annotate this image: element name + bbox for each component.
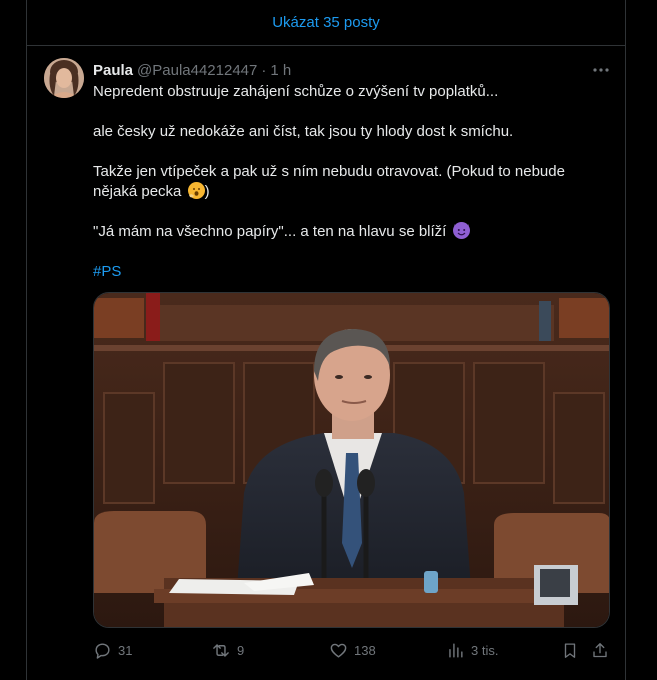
tweet-paragraph-5: #PS <box>93 262 613 282</box>
tweet-paragraph-3: Takže jen vtípeček a pak už s ním nebudu… <box>93 162 613 202</box>
tweet-paragraph-3-tail: ) <box>204 183 210 200</box>
parliament-speaker-photo <box>94 293 609 627</box>
views-count: 3 tis. <box>471 642 499 658</box>
reply-count: 31 <box>118 642 133 658</box>
views-button[interactable]: 3 tis. <box>446 641 561 660</box>
tweet-paragraph-2: ale česky už nedokáže ani číst, tak jsou… <box>93 123 514 140</box>
tweet-paragraph-4-text: "Já mám na všechno papíry"... a ten na h… <box>93 223 447 240</box>
reply-icon <box>95 642 110 659</box>
show-more-posts-button[interactable]: Ukázat 35 posty <box>27 0 625 46</box>
tweet-text: Nepredent obstruuje zahájení schůze o zv… <box>93 82 613 302</box>
show-more-label: Ukázat 35 posty <box>272 14 380 31</box>
smiling-devil-emoji-icon <box>452 222 470 239</box>
tweet-paragraph-4: "Já mám na všechno papíry"... a ten na h… <box>93 222 613 242</box>
tweet-paragraph-3-text: Takže jen vtípeček a pak už s ním nebudu… <box>93 163 565 200</box>
more-options-button[interactable] <box>589 58 613 82</box>
tweet-media-image[interactable] <box>93 292 610 628</box>
bookmark-icon <box>564 642 576 658</box>
like-button[interactable]: 138 <box>329 641 446 660</box>
repost-count: 9 <box>237 642 245 658</box>
tweet-header: Paula @Paula44212447 · 1 h <box>93 60 613 80</box>
author-name[interactable]: Paula <box>93 62 133 79</box>
like-count: 138 <box>354 642 376 658</box>
views-chart-icon <box>449 642 463 658</box>
avatar[interactable] <box>44 58 84 98</box>
timestamp[interactable]: 1 h <box>270 62 291 79</box>
more-horizontal-icon <box>593 68 609 72</box>
author-handle[interactable]: @Paula44212447 <box>137 62 257 79</box>
heart-icon <box>330 643 347 658</box>
hashtag-link[interactable]: #PS <box>93 263 121 280</box>
repost-icon <box>213 643 229 657</box>
bookmark-button[interactable] <box>561 641 591 660</box>
timeline-column: Ukázat 35 posty Paula @Paula44212447 · 1… <box>26 0 626 680</box>
tweet-paragraph-1: Nepredent obstruuje zahájení schůze o zv… <box>93 83 499 100</box>
reply-button[interactable]: 31 <box>93 641 211 660</box>
share-button[interactable] <box>591 641 609 660</box>
repost-button[interactable]: 9 <box>211 641 329 660</box>
share-icon <box>593 642 607 657</box>
separator-dot: · <box>261 61 267 79</box>
tweet-actions: 31 9 138 3 tis. <box>93 640 613 660</box>
avatar-image <box>44 58 84 98</box>
yawning-face-emoji-icon <box>187 182 205 199</box>
